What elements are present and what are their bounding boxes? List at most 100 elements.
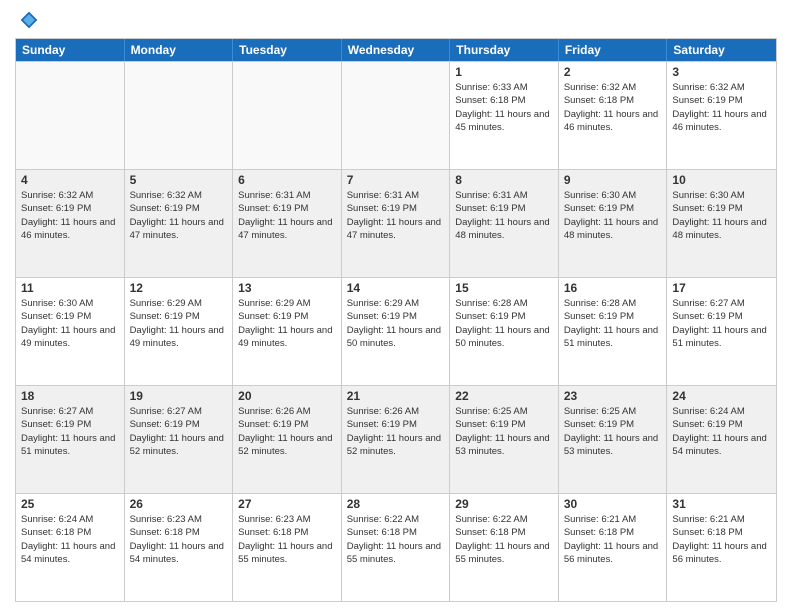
day-number: 22	[455, 389, 553, 403]
day-cell-30: 30 Sunrise: 6:21 AMSunset: 6:18 PMDayligh…	[559, 494, 668, 601]
day-cell-1: 1 Sunrise: 6:33 AMSunset: 6:18 PMDaylight…	[450, 62, 559, 169]
day-number: 7	[347, 173, 445, 187]
day-cell-3: 3 Sunrise: 6:32 AMSunset: 6:19 PMDaylight…	[667, 62, 776, 169]
day-number: 13	[238, 281, 336, 295]
day-cell-28: 28 Sunrise: 6:22 AMSunset: 6:18 PMDayligh…	[342, 494, 451, 601]
logo-icon	[19, 10, 39, 30]
day-cell-9: 9 Sunrise: 6:30 AMSunset: 6:19 PMDaylight…	[559, 170, 668, 277]
day-info: Sunrise: 6:30 AMSunset: 6:19 PMDaylight:…	[672, 189, 771, 242]
day-info: Sunrise: 6:24 AMSunset: 6:19 PMDaylight:…	[672, 405, 771, 458]
day-info: Sunrise: 6:31 AMSunset: 6:19 PMDaylight:…	[238, 189, 336, 242]
day-info: Sunrise: 6:32 AMSunset: 6:19 PMDaylight:…	[21, 189, 119, 242]
header-day-sunday: Sunday	[16, 39, 125, 61]
day-cell-22: 22 Sunrise: 6:25 AMSunset: 6:19 PMDayligh…	[450, 386, 559, 493]
day-number: 30	[564, 497, 662, 511]
header-day-friday: Friday	[559, 39, 668, 61]
day-number: 2	[564, 65, 662, 79]
day-info: Sunrise: 6:25 AMSunset: 6:19 PMDaylight:…	[564, 405, 662, 458]
day-info: Sunrise: 6:23 AMSunset: 6:18 PMDaylight:…	[130, 513, 228, 566]
day-number: 21	[347, 389, 445, 403]
day-info: Sunrise: 6:32 AMSunset: 6:19 PMDaylight:…	[130, 189, 228, 242]
day-number: 5	[130, 173, 228, 187]
calendar-week-1: 1 Sunrise: 6:33 AMSunset: 6:18 PMDaylight…	[16, 61, 776, 169]
day-info: Sunrise: 6:30 AMSunset: 6:19 PMDaylight:…	[564, 189, 662, 242]
day-cell-23: 23 Sunrise: 6:25 AMSunset: 6:19 PMDayligh…	[559, 386, 668, 493]
day-number: 4	[21, 173, 119, 187]
day-info: Sunrise: 6:23 AMSunset: 6:18 PMDaylight:…	[238, 513, 336, 566]
header	[15, 10, 777, 30]
day-info: Sunrise: 6:32 AMSunset: 6:19 PMDaylight:…	[672, 81, 771, 134]
day-cell-25: 25Sunrise: 6:24 AMSunset: 6:18 PMDayligh…	[16, 494, 125, 601]
day-cell-27: 27 Sunrise: 6:23 AMSunset: 6:18 PMDayligh…	[233, 494, 342, 601]
day-cell-10: 10 Sunrise: 6:30 AMSunset: 6:19 PMDayligh…	[667, 170, 776, 277]
calendar-week-5: 25Sunrise: 6:24 AMSunset: 6:18 PMDayligh…	[16, 493, 776, 601]
day-info: Sunrise: 6:25 AMSunset: 6:19 PMDaylight:…	[455, 405, 553, 458]
day-info: Sunrise: 6:29 AMSunset: 6:19 PMDaylight:…	[347, 297, 445, 350]
logo-text	[15, 10, 41, 30]
header-day-wednesday: Wednesday	[342, 39, 451, 61]
day-info: Sunrise: 6:21 AMSunset: 6:18 PMDaylight:…	[564, 513, 662, 566]
header-day-tuesday: Tuesday	[233, 39, 342, 61]
day-cell-8: 8Sunrise: 6:31 AMSunset: 6:19 PMDaylight…	[450, 170, 559, 277]
day-number: 31	[672, 497, 771, 511]
day-number: 12	[130, 281, 228, 295]
day-number: 17	[672, 281, 771, 295]
day-info: Sunrise: 6:26 AMSunset: 6:19 PMDaylight:…	[238, 405, 336, 458]
day-number: 14	[347, 281, 445, 295]
day-number: 29	[455, 497, 553, 511]
day-number: 27	[238, 497, 336, 511]
day-info: Sunrise: 6:28 AMSunset: 6:19 PMDaylight:…	[564, 297, 662, 350]
day-number: 15	[455, 281, 553, 295]
day-info: Sunrise: 6:26 AMSunset: 6:19 PMDaylight:…	[347, 405, 445, 458]
header-day-thursday: Thursday	[450, 39, 559, 61]
day-cell-7: 7 Sunrise: 6:31 AMSunset: 6:19 PMDaylight…	[342, 170, 451, 277]
day-number: 16	[564, 281, 662, 295]
day-number: 3	[672, 65, 771, 79]
day-cell-5: 5 Sunrise: 6:32 AMSunset: 6:19 PMDaylight…	[125, 170, 234, 277]
day-cell-19: 19 Sunrise: 6:27 AMSunset: 6:19 PMDayligh…	[125, 386, 234, 493]
day-info: Sunrise: 6:27 AMSunset: 6:19 PMDaylight:…	[130, 405, 228, 458]
calendar-week-3: 11 Sunrise: 6:30 AMSunset: 6:19 PMDayligh…	[16, 277, 776, 385]
day-info: Sunrise: 6:22 AMSunset: 6:18 PMDaylight:…	[455, 513, 553, 566]
day-info: Sunrise: 6:30 AMSunset: 6:19 PMDaylight:…	[21, 297, 119, 350]
day-cell-21: 21 Sunrise: 6:26 AMSunset: 6:19 PMDayligh…	[342, 386, 451, 493]
day-number: 8	[455, 173, 553, 187]
day-number: 24	[672, 389, 771, 403]
day-number: 18	[21, 389, 119, 403]
day-cell-16: 16 Sunrise: 6:28 AMSunset: 6:19 PMDayligh…	[559, 278, 668, 385]
day-cell-18: 18Sunrise: 6:27 AMSunset: 6:19 PMDayligh…	[16, 386, 125, 493]
day-number: 19	[130, 389, 228, 403]
day-cell-17: 17 Sunrise: 6:27 AMSunset: 6:19 PMDayligh…	[667, 278, 776, 385]
calendar-week-2: 4 Sunrise: 6:32 AMSunset: 6:19 PMDaylight…	[16, 169, 776, 277]
empty-cell	[16, 62, 125, 169]
day-cell-6: 6 Sunrise: 6:31 AMSunset: 6:19 PMDaylight…	[233, 170, 342, 277]
day-info: Sunrise: 6:21 AMSunset: 6:18 PMDaylight:…	[672, 513, 771, 566]
day-cell-20: 20 Sunrise: 6:26 AMSunset: 6:19 PMDayligh…	[233, 386, 342, 493]
day-number: 20	[238, 389, 336, 403]
day-number: 10	[672, 173, 771, 187]
day-info: Sunrise: 6:31 AMSunset: 6:19 PMDaylight:…	[347, 189, 445, 242]
day-number: 9	[564, 173, 662, 187]
day-info: Sunrise: 6:33 AMSunset: 6:18 PMDaylight:…	[455, 81, 553, 134]
calendar-header: SundayMondayTuesdayWednesdayThursdayFrid…	[16, 39, 776, 61]
day-cell-26: 26 Sunrise: 6:23 AMSunset: 6:18 PMDayligh…	[125, 494, 234, 601]
day-number: 11	[21, 281, 119, 295]
calendar: SundayMondayTuesdayWednesdayThursdayFrid…	[15, 38, 777, 602]
header-day-saturday: Saturday	[667, 39, 776, 61]
day-info: Sunrise: 6:22 AMSunset: 6:18 PMDaylight:…	[347, 513, 445, 566]
empty-cell	[233, 62, 342, 169]
day-number: 23	[564, 389, 662, 403]
empty-cell	[125, 62, 234, 169]
page: SundayMondayTuesdayWednesdayThursdayFrid…	[0, 0, 792, 612]
day-cell-24: 24 Sunrise: 6:24 AMSunset: 6:19 PMDayligh…	[667, 386, 776, 493]
day-number: 6	[238, 173, 336, 187]
day-info: Sunrise: 6:29 AMSunset: 6:19 PMDaylight:…	[130, 297, 228, 350]
day-cell-29: 29 Sunrise: 6:22 AMSunset: 6:18 PMDayligh…	[450, 494, 559, 601]
day-number: 1	[455, 65, 553, 79]
day-info: Sunrise: 6:27 AMSunset: 6:19 PMDaylight:…	[672, 297, 771, 350]
day-info: Sunrise: 6:32 AMSunset: 6:18 PMDaylight:…	[564, 81, 662, 134]
day-cell-31: 31 Sunrise: 6:21 AMSunset: 6:18 PMDayligh…	[667, 494, 776, 601]
day-number: 28	[347, 497, 445, 511]
day-number: 26	[130, 497, 228, 511]
day-info: Sunrise: 6:24 AMSunset: 6:18 PMDaylight:…	[21, 513, 119, 566]
